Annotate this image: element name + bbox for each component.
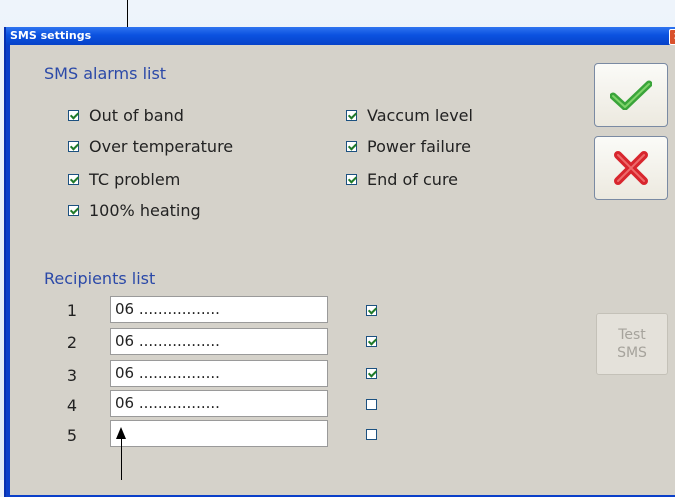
alarms-section-title: SMS alarms list bbox=[44, 64, 167, 83]
recipient-4-phone-input[interactable]: 06 ................. bbox=[110, 390, 328, 417]
recipient-number: 1 bbox=[66, 301, 78, 320]
alarm-out-of-band-checkbox[interactable] bbox=[68, 110, 79, 121]
annotation-arrowhead-bottom bbox=[116, 427, 126, 439]
alarm-tc-problem-checkbox[interactable] bbox=[68, 174, 79, 185]
close-button[interactable]: × bbox=[669, 29, 675, 45]
alarm-label: Vaccum level bbox=[367, 106, 473, 125]
test-sms-label-line1: Test bbox=[618, 327, 646, 343]
alarm-end-of-cure-checkbox[interactable] bbox=[346, 174, 357, 185]
alarm-label: Power failure bbox=[367, 137, 471, 156]
recipient-number: 3 bbox=[66, 366, 78, 385]
recipient-2-phone-input[interactable]: 06 ................. bbox=[110, 328, 328, 355]
alarm-100-heating-checkbox[interactable] bbox=[68, 205, 79, 216]
cancel-button[interactable] bbox=[594, 136, 668, 200]
alarm-label: End of cure bbox=[367, 170, 459, 189]
recipient-4-enabled-checkbox[interactable] bbox=[366, 399, 377, 410]
alarm-label: Out of band bbox=[89, 106, 184, 125]
alarm-tc-problem[interactable]: TC problem bbox=[68, 170, 180, 189]
recipient-2-enabled-checkbox[interactable] bbox=[366, 336, 377, 347]
test-sms-label-line2: SMS bbox=[617, 345, 647, 361]
recipient-5-phone-input[interactable] bbox=[110, 420, 328, 447]
title-bar[interactable]: SMS settings bbox=[6, 27, 675, 45]
check-icon bbox=[610, 80, 652, 110]
recipient-number: 2 bbox=[66, 333, 78, 352]
alarm-vaccum-level-checkbox[interactable] bbox=[346, 110, 357, 121]
alarm-over-temperature[interactable]: Over temperature bbox=[68, 137, 233, 156]
alarm-label: TC problem bbox=[89, 170, 181, 189]
sms-settings-window: SMS settings × SMS alarms list Out of ba… bbox=[4, 27, 675, 497]
recipient-1-phone-input[interactable]: 06 ................. bbox=[110, 296, 328, 323]
recipient-number: 4 bbox=[66, 396, 78, 415]
window-title: SMS settings bbox=[10, 29, 92, 42]
alarm-over-temperature-checkbox[interactable] bbox=[68, 141, 79, 152]
alarm-label: 100% heating bbox=[89, 201, 201, 220]
annotation-arrow-bottom bbox=[121, 438, 122, 480]
recipient-1-enabled-checkbox[interactable] bbox=[366, 305, 377, 316]
test-sms-button[interactable]: Test SMS bbox=[596, 313, 668, 375]
alarm-end-of-cure[interactable]: End of cure bbox=[346, 170, 458, 189]
recipient-3-phone-input[interactable]: 06 ................. bbox=[110, 360, 328, 387]
alarm-100-heating[interactable]: 100% heating bbox=[68, 201, 201, 220]
alarm-power-failure[interactable]: Power failure bbox=[346, 137, 471, 156]
recipient-3-enabled-checkbox[interactable] bbox=[366, 368, 377, 379]
alarm-label: Over temperature bbox=[89, 137, 234, 156]
recipient-5-enabled-checkbox[interactable] bbox=[366, 429, 377, 440]
recipients-section-title: Recipients list bbox=[44, 269, 156, 288]
alarm-power-failure-checkbox[interactable] bbox=[346, 141, 357, 152]
ok-button[interactable] bbox=[594, 63, 668, 127]
alarm-vaccum-level[interactable]: Vaccum level bbox=[346, 106, 473, 125]
alarm-out-of-band[interactable]: Out of band bbox=[68, 106, 184, 125]
dialog-client-area: SMS alarms list Out of band Over tempera… bbox=[10, 45, 675, 495]
recipient-number: 5 bbox=[66, 426, 78, 445]
cross-icon bbox=[614, 151, 648, 185]
